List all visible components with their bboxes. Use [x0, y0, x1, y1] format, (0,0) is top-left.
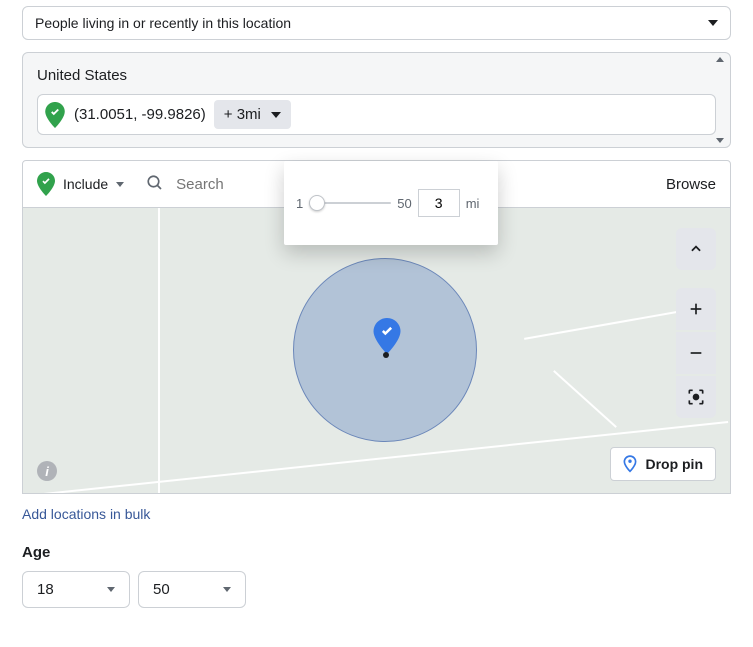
radius-chip-label: + 3mi — [224, 106, 261, 123]
map-canvas[interactable]: i Drop pin — [22, 208, 731, 494]
locations-panel: United States (31.0051, -99.9826) + 3mi — [22, 52, 731, 148]
zoom-out-button[interactable] — [676, 332, 716, 374]
drop-pin-label: Drop pin — [645, 456, 703, 472]
chevron-down-icon — [107, 587, 115, 592]
map-pin-dot — [383, 352, 389, 358]
location-country: United States — [37, 67, 716, 84]
chevron-down-icon — [223, 587, 231, 592]
radius-unit-label: mi — [466, 196, 480, 211]
map-collapse-button[interactable] — [676, 228, 716, 270]
location-chip-row: (31.0051, -99.9826) + 3mi — [37, 94, 716, 135]
drop-pin-button[interactable]: Drop pin — [610, 447, 716, 481]
add-locations-bulk-link[interactable]: Add locations in bulk — [22, 506, 150, 522]
location-pin-icon — [37, 173, 55, 195]
age-max-value: 50 — [153, 581, 170, 598]
radius-max-label: 50 — [397, 196, 411, 211]
radius-slider[interactable] — [309, 193, 391, 213]
radius-chip[interactable]: + 3mi — [214, 100, 291, 129]
recenter-button[interactable] — [676, 376, 716, 418]
chevron-down-icon — [271, 112, 281, 118]
map-road — [524, 310, 682, 340]
radius-min-label: 1 — [296, 196, 303, 211]
map-controls — [676, 228, 716, 418]
include-dropdown[interactable]: Include — [37, 173, 124, 195]
location-coordinates: (31.0051, -99.9826) — [74, 106, 206, 123]
chevron-down-icon — [708, 20, 718, 26]
scroll-up-icon[interactable] — [716, 57, 724, 62]
age-max-dropdown[interactable]: 50 — [138, 571, 246, 608]
map-road — [553, 370, 617, 428]
audience-type-dropdown[interactable]: People living in or recently in this loc… — [22, 6, 731, 40]
include-label: Include — [63, 176, 108, 192]
info-icon[interactable]: i — [37, 461, 57, 481]
location-pin-icon — [44, 101, 66, 129]
scroll-down-icon[interactable] — [716, 138, 724, 143]
map-road — [158, 208, 160, 493]
browse-button[interactable]: Browse — [666, 176, 716, 193]
pin-outline-icon — [623, 455, 637, 473]
search-icon — [146, 174, 164, 195]
audience-type-label: People living in or recently in this loc… — [35, 15, 291, 31]
map-pin-icon — [373, 318, 401, 354]
age-min-dropdown[interactable]: 18 — [22, 571, 130, 608]
age-section-label: Age — [22, 544, 731, 561]
slider-thumb[interactable] — [309, 195, 325, 211]
radius-input[interactable] — [418, 189, 460, 217]
age-row: 18 50 — [22, 571, 731, 608]
chevron-down-icon — [116, 182, 124, 187]
zoom-in-button[interactable] — [676, 288, 716, 330]
radius-popover: 1 50 mi — [284, 161, 498, 245]
age-min-value: 18 — [37, 581, 54, 598]
